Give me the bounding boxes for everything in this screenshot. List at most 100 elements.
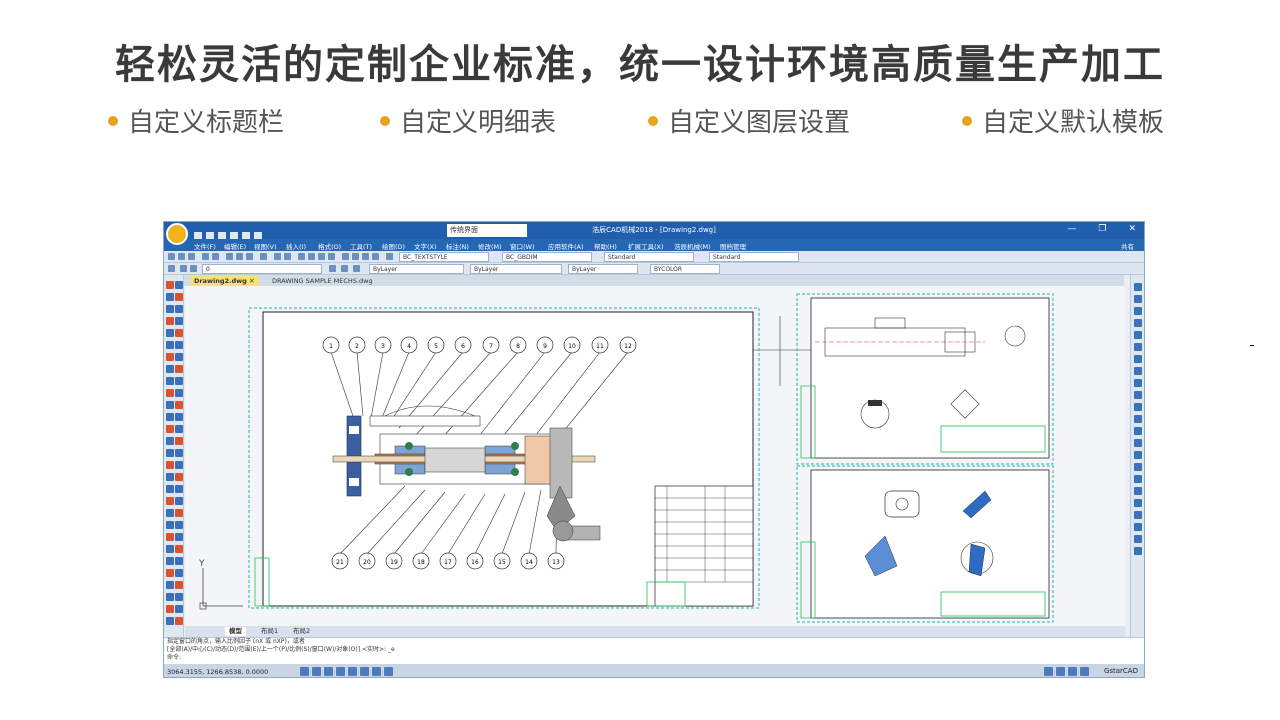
mleader-style-select[interactable]: Standard xyxy=(709,252,799,262)
design-center-icon[interactable] xyxy=(352,253,359,260)
hole-part-icon[interactable] xyxy=(175,581,183,589)
text-style-select[interactable]: BC_TEXTSTYLE xyxy=(399,252,489,262)
hatch-icon[interactable] xyxy=(166,353,174,361)
lineweight-icon[interactable] xyxy=(372,667,381,676)
fullscreen-icon[interactable] xyxy=(1080,667,1089,676)
layer-manager-icon[interactable] xyxy=(168,265,175,272)
distance-icon[interactable] xyxy=(1134,547,1142,555)
calculator-icon[interactable] xyxy=(372,253,379,260)
osnap-insert-icon[interactable] xyxy=(1134,379,1142,387)
tab-layout2[interactable]: 布局2 xyxy=(289,627,314,636)
menu-tools[interactable]: 工具(T) xyxy=(350,241,372,251)
menu-ext-tools[interactable]: 扩展工具(X) xyxy=(628,241,664,251)
ellipse-icon[interactable] xyxy=(166,329,174,337)
osnap-endpoint-icon[interactable] xyxy=(1134,283,1142,291)
polar-icon[interactable] xyxy=(336,667,345,676)
move-icon[interactable] xyxy=(166,413,174,421)
tolerance-icon[interactable] xyxy=(166,509,174,517)
polyline-icon[interactable] xyxy=(166,293,174,301)
inquiry-icon[interactable] xyxy=(1134,535,1142,543)
tab-drawing2[interactable]: Drawing2.dwg ✕ xyxy=(190,276,259,286)
bom-icon[interactable] xyxy=(175,533,183,541)
arc-icon[interactable] xyxy=(175,305,183,313)
match-prop-icon[interactable] xyxy=(260,253,267,260)
menu-window[interactable]: 窗口(W) xyxy=(510,241,535,251)
break-icon[interactable] xyxy=(166,449,174,457)
menu-mech[interactable]: 浩辰机械(M) xyxy=(674,241,711,251)
tab-layout1[interactable]: 布局1 xyxy=(257,627,282,636)
menu-format[interactable]: 格式(O) xyxy=(318,241,341,251)
layer-prev-icon[interactable] xyxy=(341,265,348,272)
dim-style-select[interactable]: BC_GBDIM xyxy=(502,252,592,262)
menu-apps[interactable]: 应用软件(A) xyxy=(548,241,584,251)
gear-part-icon[interactable] xyxy=(166,557,174,565)
bearing-part-icon[interactable] xyxy=(175,569,183,577)
grid-icon[interactable] xyxy=(312,667,321,676)
redo-icon[interactable] xyxy=(284,253,291,260)
osnap-icon[interactable] xyxy=(348,667,357,676)
dim-angular-icon[interactable] xyxy=(166,497,174,505)
save-icon[interactable] xyxy=(188,253,195,260)
lineweight-select[interactable]: ByLayer xyxy=(568,264,638,274)
osnap-parallel-icon[interactable] xyxy=(1134,367,1142,375)
library-icon[interactable] xyxy=(175,593,183,601)
zoom-window-icon[interactable] xyxy=(318,253,325,260)
menu-text[interactable]: 文字(X) xyxy=(414,241,437,251)
lock-icon[interactable] xyxy=(1068,667,1077,676)
cut-icon[interactable] xyxy=(226,253,233,260)
view-icon[interactable] xyxy=(1134,451,1142,459)
close-button[interactable]: ✕ xyxy=(1128,224,1136,234)
osnap-none-icon[interactable] xyxy=(1134,415,1142,423)
osnap-center-icon[interactable] xyxy=(1134,319,1142,327)
ucs-icon[interactable] xyxy=(1134,439,1142,447)
osnap-nearest-icon[interactable] xyxy=(1134,403,1142,411)
osnap-perp-icon[interactable] xyxy=(1134,355,1142,363)
drawing-canvas[interactable]: 1 2 3 4 5 6 7 8 9 10 11 12 21 20 19 18 1… xyxy=(185,286,1125,626)
explode-icon[interactable] xyxy=(166,473,174,481)
command-prompt[interactable]: 命令: xyxy=(167,654,1144,662)
erase-icon[interactable] xyxy=(175,377,183,385)
mirror-icon[interactable] xyxy=(175,389,183,397)
tool-palette-icon[interactable] xyxy=(362,253,369,260)
linetype-select[interactable]: ByLayer xyxy=(470,264,562,274)
point-icon[interactable] xyxy=(175,341,183,349)
print-icon[interactable] xyxy=(202,253,209,260)
menu-draw[interactable]: 绘图(D) xyxy=(382,241,405,251)
rotate-icon[interactable] xyxy=(175,413,183,421)
dim-radius-icon[interactable] xyxy=(175,485,183,493)
menu-view[interactable]: 视图(V) xyxy=(254,241,277,251)
extend-icon[interactable] xyxy=(175,437,183,445)
trim-icon[interactable] xyxy=(166,437,174,445)
orbit-icon[interactable] xyxy=(1134,463,1142,471)
osnap-tangent-icon[interactable] xyxy=(1134,343,1142,351)
circle-icon[interactable] xyxy=(166,317,174,325)
layer-on-icon[interactable] xyxy=(180,265,187,272)
menu-insert[interactable]: 插入(I) xyxy=(286,241,306,251)
osnap-midpoint-icon[interactable] xyxy=(1134,295,1142,303)
frame-icon[interactable] xyxy=(175,545,183,553)
stretch-icon[interactable] xyxy=(175,425,183,433)
paste-icon[interactable] xyxy=(246,253,253,260)
make-block-icon[interactable] xyxy=(166,341,174,349)
app-logo-icon[interactable] xyxy=(166,223,188,245)
dim-linear-icon[interactable] xyxy=(175,473,183,481)
model-space-icon[interactable] xyxy=(384,667,393,676)
xline-icon[interactable] xyxy=(175,281,183,289)
undo-icon[interactable] xyxy=(274,253,281,260)
menu-share[interactable]: 共有 xyxy=(1121,241,1134,251)
solid-icon[interactable] xyxy=(1134,499,1142,507)
polygon-icon[interactable] xyxy=(175,293,183,301)
minimize-button[interactable]: — xyxy=(1067,224,1076,234)
table-style-select[interactable]: Standard xyxy=(604,252,694,262)
gradient-icon[interactable] xyxy=(175,353,183,361)
zoom-prev-icon[interactable] xyxy=(328,253,335,260)
spline-icon[interactable] xyxy=(175,317,183,325)
fillet-icon[interactable] xyxy=(175,461,183,469)
layer-states-icon[interactable] xyxy=(353,265,360,272)
titleblock-icon[interactable] xyxy=(166,545,174,553)
plot-style-select[interactable]: BYCOLOR xyxy=(650,264,720,274)
workspace-icon[interactable] xyxy=(1056,667,1065,676)
table-icon[interactable] xyxy=(175,365,183,373)
osnap-intersection-icon[interactable] xyxy=(1134,307,1142,315)
bolt-part-icon[interactable] xyxy=(175,557,183,565)
